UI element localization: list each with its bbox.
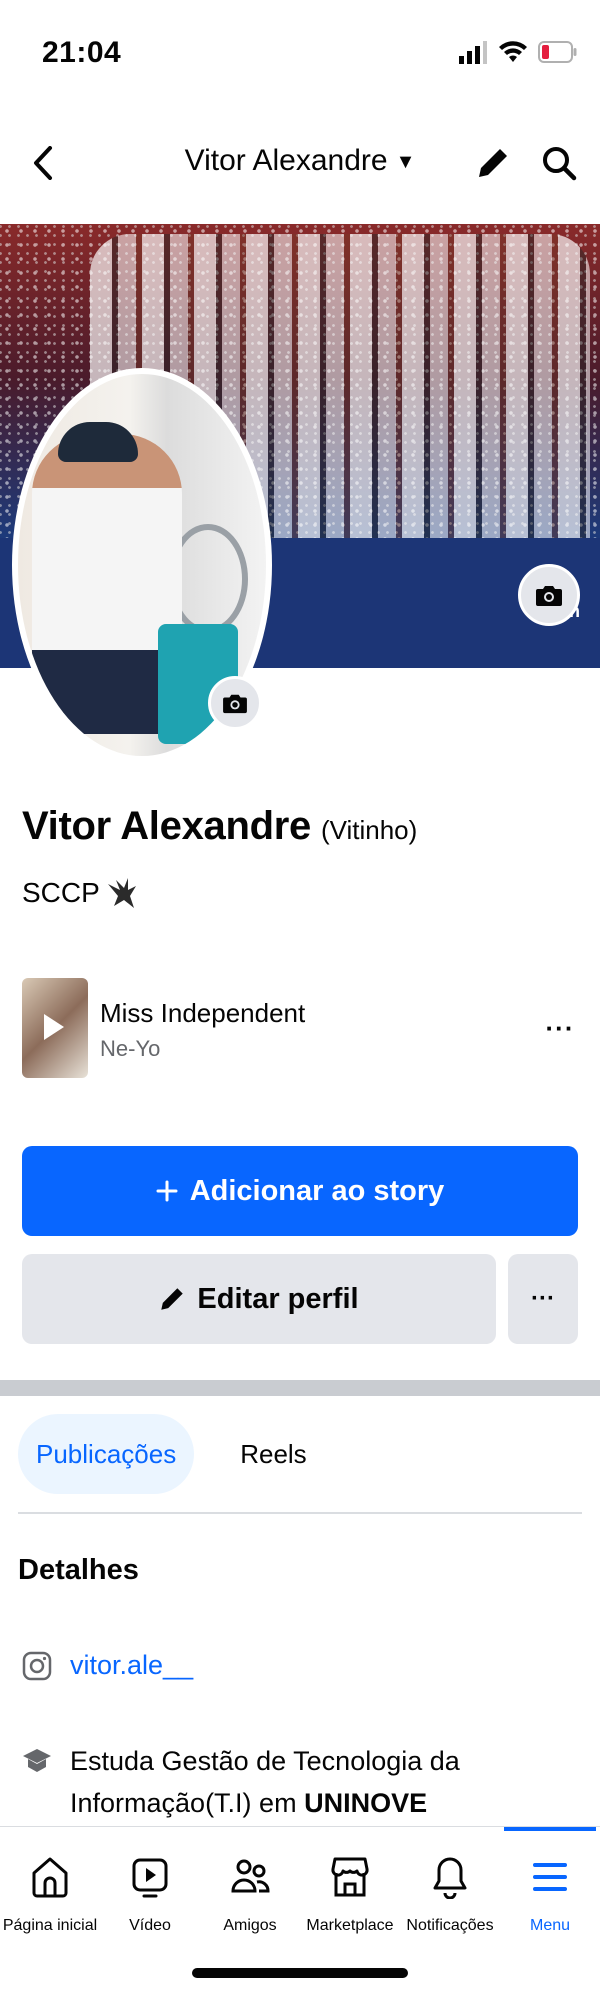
details-title: Detalhes: [18, 1554, 139, 1586]
tab-reels[interactable]: Reels: [222, 1414, 324, 1494]
nav-label: Amigos: [223, 1917, 277, 1934]
nav-item-menu[interactable]: Menu: [500, 1847, 600, 1935]
nav-item-marketplace[interactable]: Marketplace: [300, 1847, 400, 1935]
education-text: Estuda Gestão de Tecnologia da Informaçã…: [70, 1740, 582, 1824]
caret-down-icon: ▼: [395, 150, 416, 173]
eagle-icon: [107, 878, 136, 908]
edit-avatar-button[interactable]: [208, 676, 262, 730]
friends-icon: [231, 1859, 270, 1893]
profile-nickname: (Vitinho): [320, 815, 418, 845]
home-indicator: [192, 1968, 408, 1978]
profile-name-line: Vitor Alexandre (Vitinho): [22, 804, 417, 849]
nav-item-notifications[interactable]: Notificações: [400, 1847, 500, 1935]
search-icon: [543, 147, 577, 181]
music-title: Miss Independent: [100, 998, 306, 1028]
nav-active-indicator: [504, 1827, 596, 1831]
video-icon: [132, 1858, 168, 1898]
edit-profile-button[interactable]: Editar perfil: [22, 1254, 496, 1344]
section-divider: [0, 1380, 600, 1396]
nav-item-home[interactable]: Página inicial: [0, 1847, 100, 1935]
signal-icon: [459, 41, 487, 64]
wifi-icon: [499, 41, 527, 62]
home-icon: [32, 1857, 68, 1898]
nav-label: Página inicial: [2, 1917, 98, 1934]
camera-icon: [223, 694, 247, 714]
pencil-icon: [161, 1288, 184, 1310]
tabs-divider: [18, 1512, 582, 1514]
more-dots-icon: ···: [545, 1012, 575, 1043]
tab-label: Reels: [240, 1438, 307, 1469]
add-story-button[interactable]: Adicionar ao story: [22, 1146, 578, 1236]
plus-icon: [156, 1180, 178, 1202]
music-artist: Ne-Yo: [100, 1036, 161, 1061]
profile-more-button[interactable]: ···: [508, 1254, 578, 1344]
nav-label: Vídeo: [129, 1917, 171, 1934]
music-thumbnail[interactable]: [22, 978, 88, 1078]
education-school[interactable]: UNINOVE: [304, 1788, 427, 1818]
profile-tabs: Publicações Reels: [18, 1414, 325, 1494]
more-dots-icon: ···: [531, 1285, 555, 1312]
status-time: 21:04: [42, 36, 122, 69]
avatar-cap: [58, 422, 138, 462]
camera-icon: [536, 586, 562, 606]
marketplace-icon: [331, 1857, 369, 1897]
edit-cover-button[interactable]: [518, 564, 580, 626]
bio-text: SCCP: [22, 877, 100, 908]
battery-icon: [538, 41, 577, 63]
add-story-label: Adicionar ao story: [189, 1174, 445, 1207]
graduation-cap-icon: [23, 1749, 51, 1772]
profile-music[interactable]: Miss Independent Ne-Yo ···: [22, 978, 582, 1078]
nav-item-friends[interactable]: Amigos: [200, 1847, 300, 1935]
tab-label: Publicações: [36, 1438, 177, 1469]
music-more-button[interactable]: ···: [540, 1008, 580, 1048]
nav-label: Menu: [529, 1917, 571, 1934]
nav-item-video[interactable]: Vídeo: [100, 1847, 200, 1935]
instagram-link[interactable]: vitor.ale__: [70, 1650, 193, 1681]
tab-publicacoes[interactable]: Publicações: [18, 1414, 195, 1494]
status-bar: 21:04: [0, 0, 600, 110]
nav-label: Notificações: [406, 1917, 494, 1934]
bell-icon: [433, 1857, 467, 1899]
edit-profile-label: Editar perfil: [197, 1282, 359, 1315]
profile-name: Vitor Alexandre: [22, 804, 311, 848]
instagram-icon: [22, 1651, 52, 1680]
search-button[interactable]: [534, 138, 584, 188]
menu-icon: [533, 1863, 567, 1891]
detail-instagram: vitor.ale__: [22, 1650, 193, 1681]
pencil-icon: [479, 149, 507, 177]
detail-education: Estuda Gestão de Tecnologia da Informaçã…: [22, 1740, 582, 1824]
nav-label: Marketplace: [306, 1917, 394, 1934]
profile-header: Vitor Alexandre ▼: [0, 130, 600, 202]
header-title: Vitor Alexandre: [184, 144, 388, 177]
play-icon: [44, 1014, 64, 1040]
status-icons: [458, 40, 578, 64]
profile-bio: SCCP: [22, 876, 140, 910]
edit-header-button[interactable]: [468, 138, 518, 188]
